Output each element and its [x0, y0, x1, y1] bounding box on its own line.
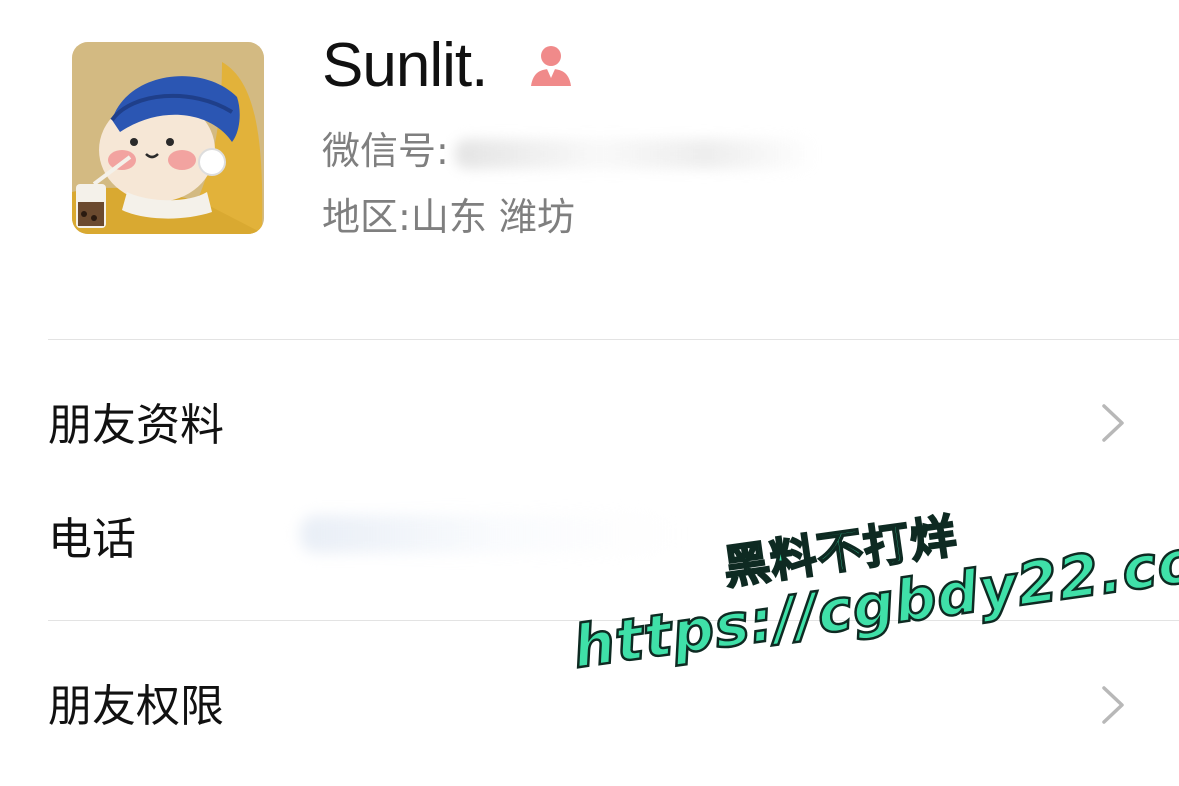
avatar-image [72, 42, 264, 234]
region-value: 山东 潍坊 [410, 195, 575, 239]
phone-label: 电话 [48, 514, 136, 565]
chevron-right-icon[interactable] [1098, 684, 1130, 726]
wechat-id-label: 微信号: [322, 129, 449, 173]
contact-name: Sunlit. [322, 31, 488, 100]
contact-profile-page: Sunlit. 微信号: 地区:山东 潍坊 朋友资料 电话 朋友权限 黑料不打烊… [0, 0, 1179, 786]
wechat-id-line: 微信号: [322, 126, 815, 176]
avatar[interactable] [72, 42, 264, 234]
wechat-id-value-redacted [454, 138, 815, 169]
watermark-line1: 黑料不打烊 [719, 508, 961, 596]
female-user-icon [531, 46, 571, 86]
divider [48, 620, 1179, 621]
divider [48, 339, 1179, 340]
region-line: 地区:山东 潍坊 [322, 192, 575, 242]
chevron-right-icon[interactable] [1098, 402, 1130, 444]
watermark: 黑料不打烊 https://cgbdy22.com [555, 430, 1179, 703]
phone-number-redacted[interactable] [300, 515, 680, 553]
region-label: 地区: [322, 195, 411, 239]
friend-permissions-row[interactable]: 朋友权限 [48, 677, 224, 737]
friend-info-row[interactable]: 朋友资料 [48, 396, 224, 456]
